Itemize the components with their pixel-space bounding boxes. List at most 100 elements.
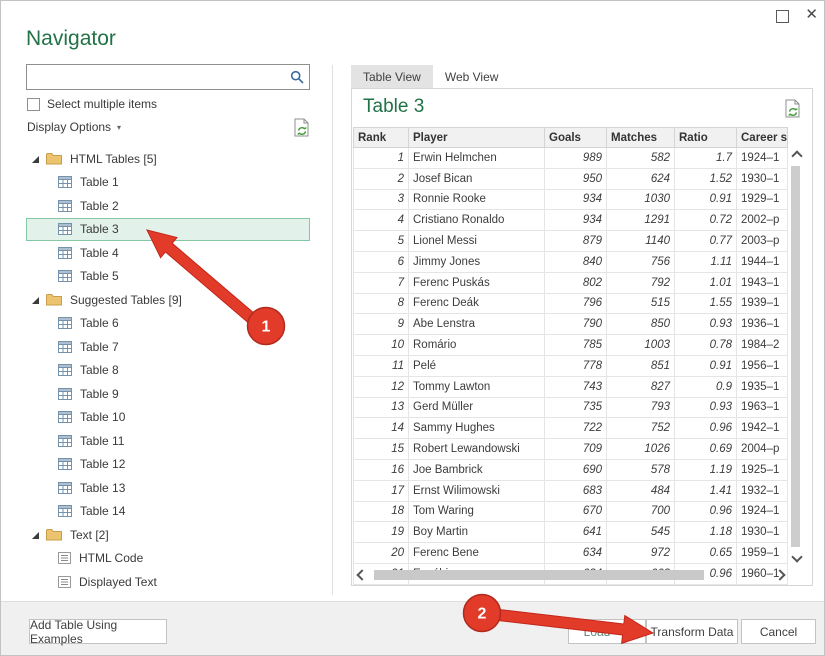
- cell-rank: 13: [354, 397, 409, 418]
- cell-goals: 641: [545, 522, 607, 543]
- tab-table-view[interactable]: Table View: [351, 65, 433, 89]
- cell-goals: 879: [545, 231, 607, 252]
- select-multiple-label: Select multiple items: [47, 97, 157, 111]
- tree-item-label: Table 4: [80, 246, 119, 260]
- table-row: 5Lionel Messi87911400.772003–p: [354, 231, 788, 252]
- tree-item-label: Table 6: [80, 316, 119, 330]
- table-row: 2Josef Bican9506241.521930–1: [354, 168, 788, 189]
- cell-matches: 1140: [607, 231, 675, 252]
- cell-matches: 624: [607, 168, 675, 189]
- scroll-right-icon[interactable]: [774, 569, 785, 580]
- maximize-icon[interactable]: [776, 10, 789, 23]
- close-icon[interactable]: ✕: [805, 5, 818, 25]
- tree-item-text-2[interactable]: Text [2]: [26, 523, 310, 547]
- tree-item-displayed-text[interactable]: Displayed Text: [26, 570, 310, 594]
- table-icon: [58, 341, 72, 353]
- cell-rank: 8: [354, 293, 409, 314]
- tree-item-table-14[interactable]: Table 14: [26, 500, 310, 524]
- scroll-left-icon[interactable]: [356, 569, 367, 580]
- column-header-goals: Goals: [545, 128, 607, 148]
- cell-rank: 9: [354, 314, 409, 335]
- tree-item-label: Table 13: [80, 481, 125, 495]
- table-icon: [58, 247, 72, 259]
- load-button[interactable]: Load ▾: [568, 619, 646, 644]
- cell-player: Erwin Helmchen: [409, 148, 545, 169]
- cell-career-span: 1942–1: [737, 418, 788, 439]
- column-header-rank: Rank: [354, 128, 409, 148]
- cell-player: Ferenc Puskás: [409, 272, 545, 293]
- vertical-scrollbar[interactable]: [789, 148, 803, 565]
- table-icon: [58, 270, 72, 282]
- tree-item-table-9[interactable]: Table 9: [26, 382, 310, 406]
- cell-rank: 19: [354, 522, 409, 543]
- refresh-preview-icon[interactable]: [785, 99, 801, 121]
- cell-matches: 850: [607, 314, 675, 335]
- tree-item-table-2[interactable]: Table 2: [26, 194, 310, 218]
- cell-matches: 972: [607, 543, 675, 564]
- add-table-using-examples-button[interactable]: Add Table Using Examples: [29, 619, 167, 644]
- tree-item-table-5[interactable]: Table 5: [26, 265, 310, 289]
- cell-player: Robert Lewandowski: [409, 439, 545, 460]
- cell-career-span: 1944–1: [737, 251, 788, 272]
- tree-item-label: Table 7: [80, 340, 119, 354]
- table-row: 11Pelé7788510.911956–1: [354, 355, 788, 376]
- tree-item-table-11[interactable]: Table 11: [26, 429, 310, 453]
- cell-player: Jimmy Jones: [409, 251, 545, 272]
- horizontal-scroll-thumb[interactable]: [374, 570, 704, 580]
- search-icon[interactable]: [290, 70, 304, 87]
- cell-matches: 1026: [607, 439, 675, 460]
- cell-matches: 752: [607, 418, 675, 439]
- load-button-label[interactable]: Load: [569, 625, 625, 639]
- cancel-button[interactable]: Cancel: [741, 619, 816, 644]
- tree-expander-icon[interactable]: [31, 531, 39, 539]
- cell-ratio: 1.18: [675, 522, 737, 543]
- tree-item-table-12[interactable]: Table 12: [26, 453, 310, 477]
- cell-goals: 690: [545, 459, 607, 480]
- table-icon: [58, 435, 72, 447]
- tree-item-html-code[interactable]: HTML Code: [26, 547, 310, 571]
- tree-item-table-3[interactable]: Table 3: [26, 218, 310, 242]
- cell-goals: 790: [545, 314, 607, 335]
- load-dropdown[interactable]: ▾: [625, 620, 645, 643]
- tree-item-table-7[interactable]: Table 7: [26, 335, 310, 359]
- cell-matches: 700: [607, 501, 675, 522]
- cell-player: Romário: [409, 335, 545, 356]
- tree-item-table-10[interactable]: Table 10: [26, 406, 310, 430]
- cell-ratio: 0.77: [675, 231, 737, 252]
- tree-item-table-6[interactable]: Table 6: [26, 312, 310, 336]
- tree-item-html-tables-5[interactable]: HTML Tables [5]: [26, 147, 310, 171]
- tree-item-label: Displayed Text: [79, 575, 157, 589]
- tree-item-label: Table 5: [80, 269, 119, 283]
- tree-item-table-1[interactable]: Table 1: [26, 171, 310, 195]
- cell-career-span: 1939–1: [737, 293, 788, 314]
- horizontal-scrollbar[interactable]: [354, 568, 788, 582]
- tree-item-table-8[interactable]: Table 8: [26, 359, 310, 383]
- cell-career-span: 1936–1: [737, 314, 788, 335]
- tree-expander-icon[interactable]: [31, 296, 39, 304]
- vertical-scroll-thumb[interactable]: [791, 166, 800, 547]
- refresh-icon[interactable]: [294, 118, 310, 140]
- column-header-ratio: Ratio: [675, 128, 737, 148]
- cell-player: Joe Bambrick: [409, 459, 545, 480]
- column-header-player: Player: [409, 128, 545, 148]
- cell-ratio: 0.72: [675, 210, 737, 231]
- scroll-down-icon[interactable]: [791, 551, 802, 562]
- footer-bar: Add Table Using Examples Load ▾ Transfor…: [1, 601, 825, 656]
- search-input[interactable]: [31, 67, 289, 87]
- cell-player: Sammy Hughes: [409, 418, 545, 439]
- table-icon: [58, 505, 72, 517]
- select-multiple-checkbox[interactable]: [27, 98, 40, 111]
- display-options-button[interactable]: Display Options ▾: [27, 120, 121, 134]
- cell-ratio: 1.7: [675, 148, 737, 169]
- tree-item-table-13[interactable]: Table 13: [26, 476, 310, 500]
- tree-item-table-4[interactable]: Table 4: [26, 241, 310, 265]
- cell-player: Abe Lenstra: [409, 314, 545, 335]
- tree-item-suggested-tables-9[interactable]: Suggested Tables [9]: [26, 288, 310, 312]
- table-row: 18Tom Waring6707000.961924–1: [354, 501, 788, 522]
- tab-web-view[interactable]: Web View: [433, 65, 511, 89]
- tree-expander-icon[interactable]: [31, 155, 39, 163]
- cell-rank: 12: [354, 376, 409, 397]
- transform-data-button[interactable]: Transform Data: [646, 619, 738, 644]
- cell-goals: 778: [545, 355, 607, 376]
- scroll-up-icon[interactable]: [791, 150, 802, 161]
